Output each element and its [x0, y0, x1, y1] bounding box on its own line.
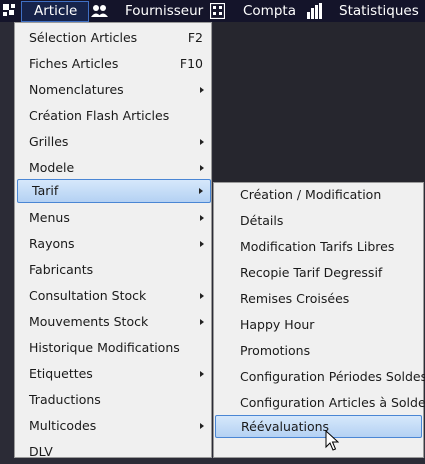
submenu-arrow-icon	[200, 319, 204, 325]
submenu-arrow-icon	[199, 188, 203, 194]
menu-item-creation-flash-articles[interactable]: Création Flash Articles	[15, 104, 211, 128]
submenu-item-details[interactable]: Détails	[214, 209, 423, 233]
menu-item-fiches-articles[interactable]: Fiches Articles F10	[15, 52, 211, 76]
menu-item-label: Consultation Stock	[29, 288, 147, 303]
submenu-arrow-icon	[200, 215, 204, 221]
submenu-item-label: Configuration Périodes Soldes	[240, 369, 425, 384]
menu-item-label: Tarif	[32, 183, 59, 198]
mouse-cursor-icon	[325, 429, 340, 455]
menu-item-grilles[interactable]: Grilles	[15, 130, 211, 154]
submenu-arrow-icon	[200, 241, 204, 247]
submenu-item-configuration-articles-a-solder[interactable]: Configuration Articles à Solder	[214, 391, 425, 415]
menu-item-traductions[interactable]: Traductions	[15, 388, 211, 412]
menubar: Article Fournisseur Compta Statistiques	[0, 0, 425, 22]
submenu-item-label: Détails	[240, 213, 284, 228]
submenu-item-modification-tarifs-libres[interactable]: Modification Tarifs Libres	[214, 235, 423, 259]
menu-item-label: Grilles	[29, 134, 69, 149]
submenu-arrow-icon	[200, 423, 204, 429]
menu-item-historique-modifications[interactable]: Historique Modifications	[15, 336, 211, 360]
menu-item-label: Fiches Articles	[29, 56, 119, 71]
menu-item-label: DLV	[29, 444, 53, 459]
submenu-arrow-icon	[200, 87, 204, 93]
submenu-item-label: Promotions	[240, 343, 311, 358]
submenu-item-promotions[interactable]: Promotions	[214, 339, 423, 363]
menu-item-menus[interactable]: Menus	[15, 206, 211, 230]
submenu-item-remises-croisees[interactable]: Remises Croisées	[214, 287, 423, 311]
menu-item-modele[interactable]: Modele	[15, 156, 211, 180]
submenu-arrow-icon	[200, 371, 204, 377]
menu-item-label: Modele	[29, 160, 75, 175]
menu-item-multicodes[interactable]: Multicodes	[15, 414, 211, 438]
menu-item-label: Mouvements Stock	[29, 314, 149, 329]
shortcut-label: F2	[187, 30, 203, 45]
menu-item-nomenclatures[interactable]: Nomenclatures	[15, 78, 211, 102]
menu-item-label: Nomenclatures	[29, 82, 124, 97]
menu-fournisseur[interactable]: Fournisseur	[125, 0, 203, 22]
menu-item-label: Etiquettes	[29, 366, 93, 381]
submenu-item-label: Réévaluations	[241, 419, 330, 434]
tarif-submenu: Création / Modification Détails Modifica…	[213, 182, 425, 458]
app-logo-icon[interactable]	[3, 4, 17, 21]
submenu-item-label: Remises Croisées	[240, 291, 350, 306]
menu-item-label: Multicodes	[29, 418, 97, 433]
background-panel	[213, 22, 425, 182]
menu-item-label: Traductions	[29, 392, 101, 407]
submenu-item-label: Recopie Tarif Degressif	[240, 265, 383, 280]
bar-chart-icon[interactable]	[307, 3, 322, 22]
menu-item-fabricants[interactable]: Fabricants	[15, 258, 211, 282]
menu-item-tarif[interactable]: Tarif	[17, 179, 211, 203]
submenu-item-configuration-periodes-soldes[interactable]: Configuration Périodes Soldes	[214, 365, 425, 389]
calculator-icon[interactable]	[209, 2, 226, 22]
submenu-item-label: Création / Modification	[240, 187, 382, 202]
menu-compta[interactable]: Compta	[243, 0, 296, 22]
submenu-item-happy-hour[interactable]: Happy Hour	[214, 313, 423, 337]
menu-item-label: Création Flash Articles	[29, 108, 170, 123]
menu-item-label: Sélection Articles	[29, 30, 138, 45]
shortcut-label: F10	[179, 56, 203, 71]
menu-item-label: Rayons	[29, 236, 75, 251]
menu-item-label: Historique Modifications	[29, 340, 180, 355]
article-dropdown-menu: Sélection Articles F2 Fiches Articles F1…	[14, 22, 212, 459]
menu-item-consultation-stock[interactable]: Consultation Stock	[15, 284, 211, 308]
submenu-arrow-icon	[200, 293, 204, 299]
menu-item-dlv[interactable]: DLV	[15, 440, 211, 464]
submenu-arrow-icon	[200, 165, 204, 171]
menu-item-selection-articles[interactable]: Sélection Articles F2	[15, 26, 211, 50]
submenu-item-reevaluations[interactable]: Réévaluations	[215, 415, 422, 438]
menu-article-label[interactable]: Article	[34, 0, 77, 22]
people-icon[interactable]	[91, 4, 109, 21]
menu-item-etiquettes[interactable]: Etiquettes	[15, 362, 211, 386]
submenu-item-label: Configuration Articles à Solder	[240, 395, 425, 410]
menu-item-rayons[interactable]: Rayons	[15, 232, 211, 256]
submenu-item-label: Happy Hour	[240, 317, 315, 332]
menu-statistiques[interactable]: Statistiques	[339, 0, 419, 22]
menu-item-label: Menus	[29, 210, 70, 225]
submenu-item-recopie-tarif-degressif[interactable]: Recopie Tarif Degressif	[214, 261, 423, 285]
submenu-arrow-icon	[200, 139, 204, 145]
menu-item-mouvements-stock[interactable]: Mouvements Stock	[15, 310, 211, 334]
submenu-item-label: Modification Tarifs Libres	[240, 239, 395, 254]
menu-item-label: Fabricants	[29, 262, 94, 277]
submenu-item-creation-modification[interactable]: Création / Modification	[214, 183, 423, 207]
